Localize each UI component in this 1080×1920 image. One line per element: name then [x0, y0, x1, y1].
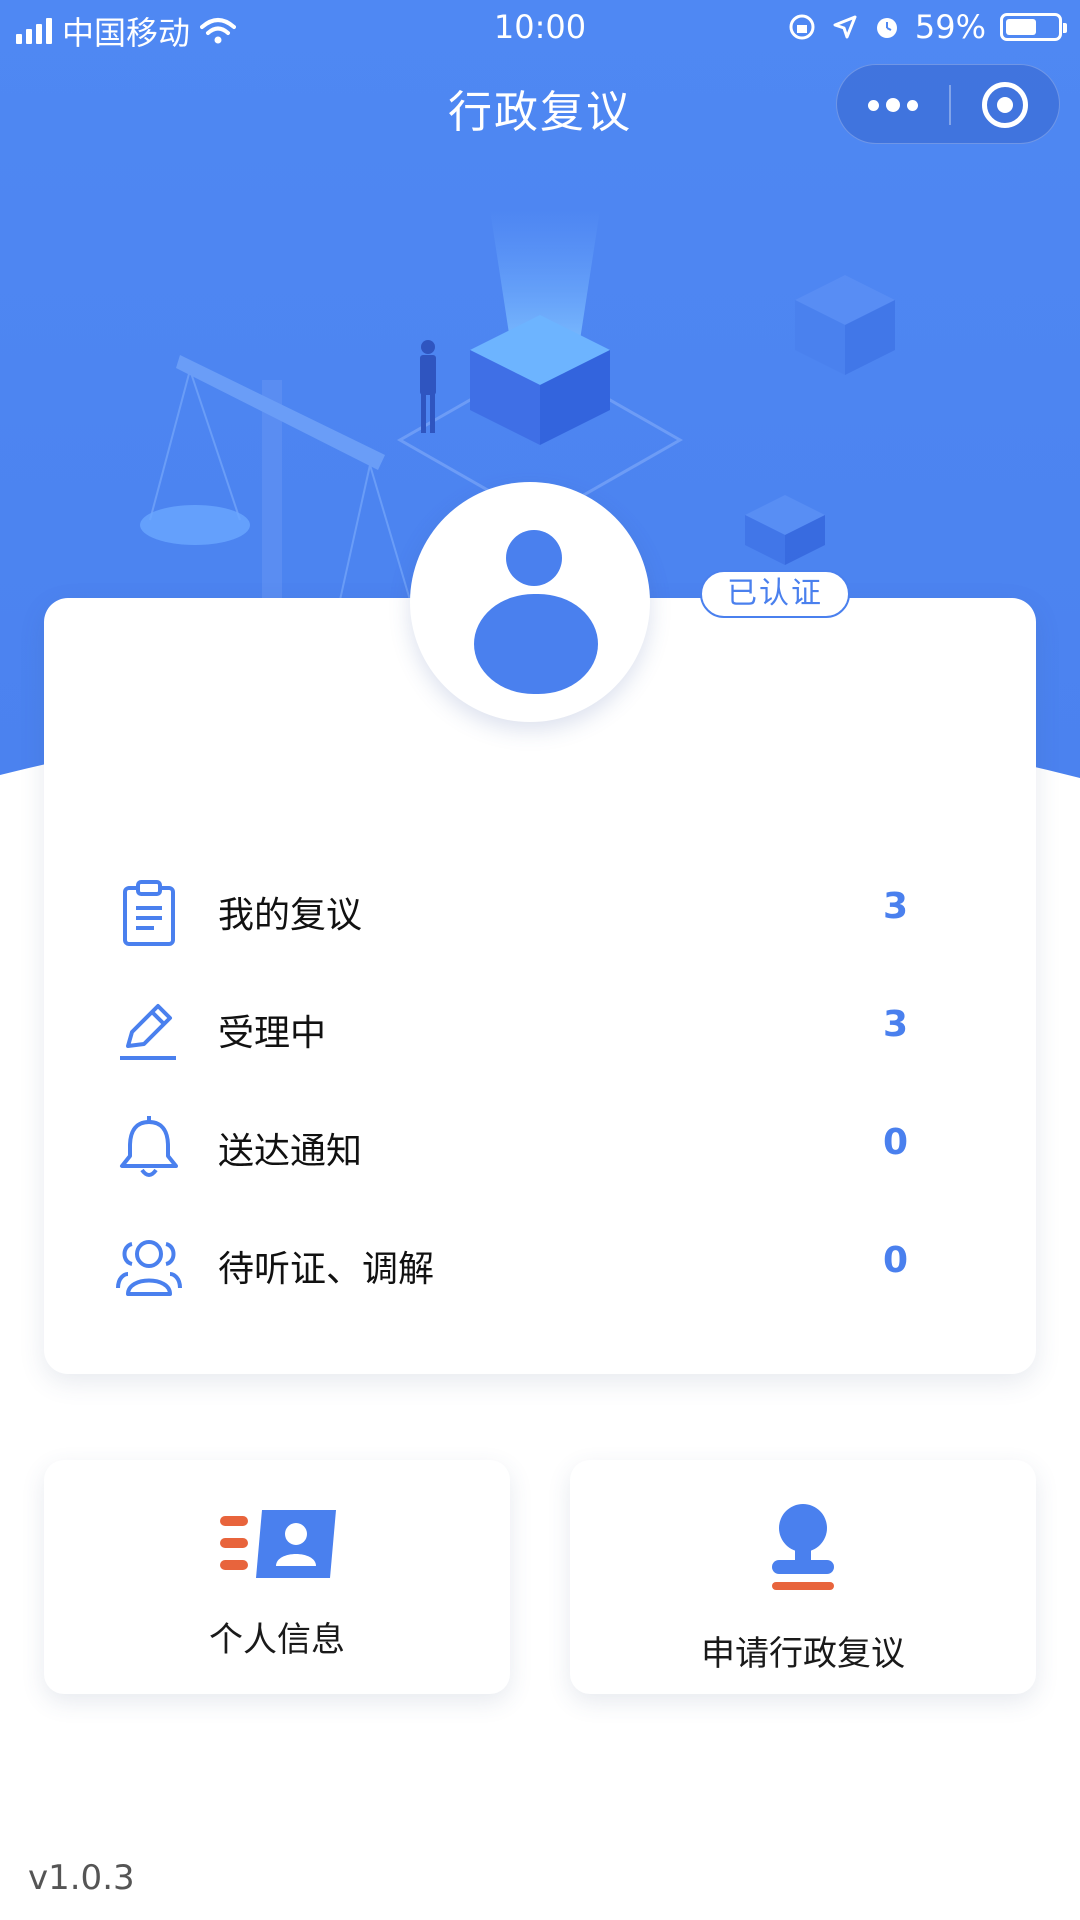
stamp-icon: [772, 1504, 834, 1590]
rotation-lock-icon: [789, 14, 815, 40]
alarm-icon: [876, 18, 897, 38]
more-dot-icon: [868, 99, 879, 111]
apply-review-tile[interactable]: 申请行政复议: [570, 1460, 1036, 1694]
menu-item-label: 受理中: [218, 1013, 327, 1054]
verified-badge: 已认证: [700, 570, 850, 618]
bell-icon: [120, 1116, 178, 1177]
menu-item-count: 3: [882, 886, 908, 927]
personal-info-label: 个人信息: [209, 1620, 345, 1660]
menu-item-label: 送达通知: [218, 1131, 363, 1172]
avatar-head: [506, 530, 562, 586]
menu-item-count: 0: [882, 1240, 908, 1281]
personal-info-tile[interactable]: 个人信息: [44, 1460, 510, 1694]
target-icon: [982, 82, 1028, 128]
menu-item-delivery-notice[interactable]: 送达通知 0: [44, 1092, 1036, 1202]
battery-icon: [1000, 13, 1067, 41]
pencil-icon: [120, 1004, 176, 1060]
menu-item-count: 0: [882, 1122, 908, 1163]
id-card-icon: [220, 1510, 336, 1578]
avatar[interactable]: [410, 482, 650, 722]
status-bar: 中国移动 10:00 59%: [0, 0, 1080, 54]
menu-item-label: 我的复议: [218, 895, 363, 936]
menu-item-hearing-mediation[interactable]: 待听证、调解 0: [44, 1210, 1036, 1320]
version-label: v1.0.3: [28, 1858, 135, 1898]
more-dot-icon: [907, 99, 918, 111]
close-miniprogram-button[interactable]: [949, 65, 1061, 145]
more-button[interactable]: [837, 65, 949, 145]
menu-item-processing[interactable]: 受理中 3: [44, 974, 1036, 1084]
people-icon: [116, 1240, 182, 1296]
battery-percent: 59%: [914, 8, 986, 46]
menu-item-my-reviews[interactable]: 我的复议 3: [44, 856, 1036, 966]
clipboard-icon: [123, 880, 175, 946]
menu-item-label: 待听证、调解: [218, 1249, 435, 1290]
avatar-body: [474, 594, 598, 694]
menu-item-count: 3: [882, 1004, 908, 1045]
location-icon: [833, 15, 857, 39]
apply-review-label: 申请行政复议: [701, 1634, 905, 1674]
miniprogram-capsule: [836, 64, 1060, 144]
more-dot-icon: [886, 98, 900, 112]
